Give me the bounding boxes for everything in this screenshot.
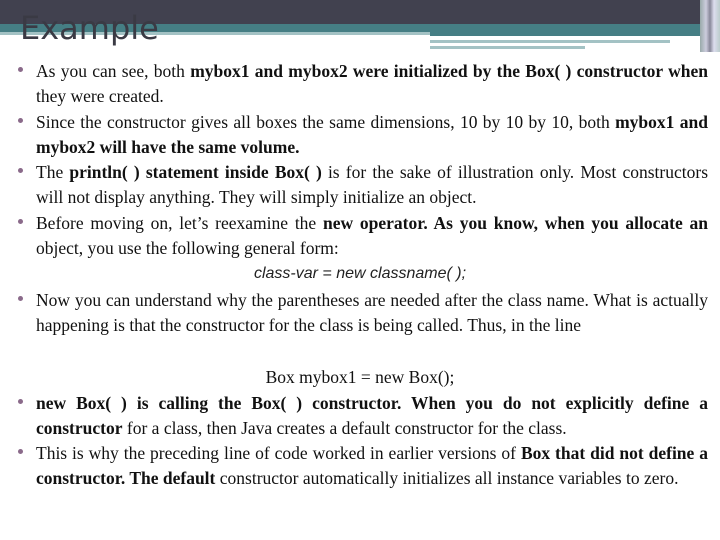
text-segment: object, you use the following general fo… [36, 237, 339, 258]
bullet-text: The println( ) statement inside Box( ) i… [36, 160, 708, 209]
bullet-text: Since the constructor gives all boxes th… [36, 110, 708, 159]
bullet-item: Since the constructor gives all boxes th… [18, 110, 708, 159]
bullet-icon [18, 296, 23, 301]
text-segment: Since the constructor gives all boxes th… [36, 112, 616, 132]
general-form-formula: class-var = new classname( ); [253, 265, 467, 282]
bullet-item: Before moving on, let’s reexamine the ne… [18, 211, 708, 260]
bullet-icon [18, 67, 23, 72]
bullet-item: The println( ) statement inside Box( ) i… [18, 160, 708, 209]
header-light-stripe-3 [430, 46, 585, 49]
text-segment: The [36, 162, 70, 182]
text-segment: constructor automatically initializes al… [215, 467, 679, 488]
bullet-text: As you can see, both mybox1 and mybox2 w… [36, 59, 708, 108]
bullet-item: new Box( ) is calling the Box( ) constru… [18, 391, 708, 440]
bullet-text: Now you can understand why the parenthes… [36, 288, 708, 337]
bullet-icon [18, 449, 23, 454]
bold-segment: mybox1 and mybox2 were initialized by th… [190, 61, 708, 81]
header-light-stripe-2 [430, 40, 670, 43]
text-segment: This is why the preceding line of code w… [36, 443, 521, 463]
bullet-icon [18, 399, 23, 404]
text-segment: Now you can understand why the parenthes… [36, 290, 708, 335]
code-line: Box mybox1 = new Box(); [265, 367, 455, 387]
bullet-text: Before moving on, let’s reexamine the ne… [36, 211, 708, 260]
bullet-icon [18, 168, 23, 173]
bullet-text: This is why the preceding line of code w… [36, 441, 708, 490]
bold-segment: new operator. As you know, when you allo… [322, 213, 708, 233]
bullet-item: As you can see, both mybox1 and mybox2 w… [18, 59, 708, 108]
bullet-text: new Box( ) is calling the Box( ) constru… [36, 391, 708, 440]
header-teal-band-right [430, 32, 700, 36]
bullet-item: This is why the preceding line of code w… [18, 441, 708, 490]
text-segment: Before moving on, let’s reexamine the [36, 213, 323, 233]
text-segment: for a class, then Java creates a default… [122, 417, 567, 438]
bold-segment: println( ) statement inside Box( ) [69, 162, 322, 182]
text-segment: they were created. [36, 85, 164, 106]
text-segment: As you can see, both [36, 61, 191, 81]
bullet-icon [18, 118, 23, 123]
bullet-icon [18, 219, 23, 224]
slide-title: Example [20, 9, 159, 47]
bullet-item: Now you can understand why the parenthes… [18, 288, 708, 337]
header-edge-decoration [700, 0, 720, 52]
